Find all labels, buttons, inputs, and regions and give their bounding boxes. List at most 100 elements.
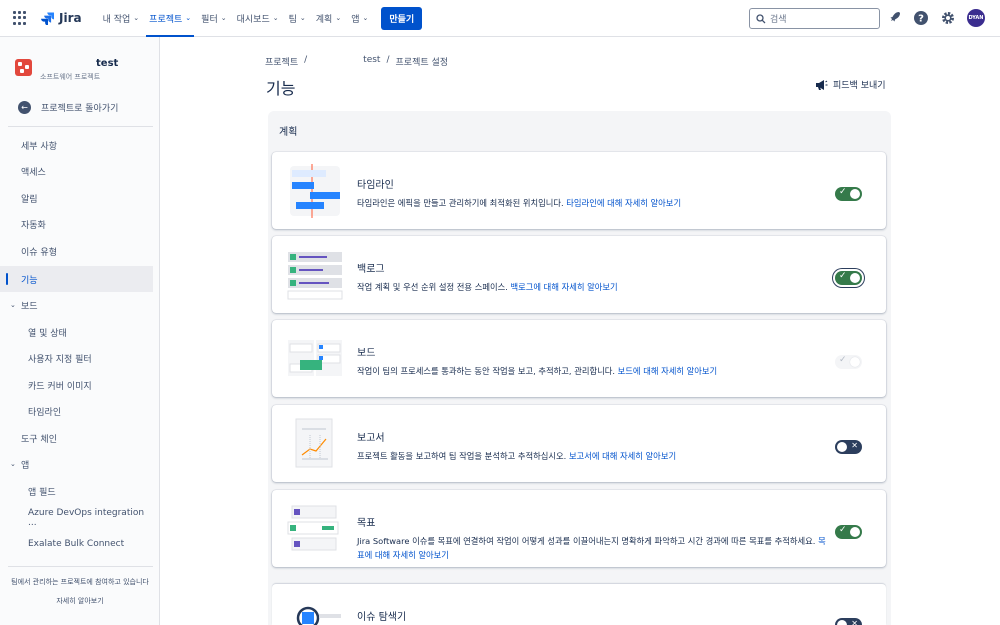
feedback-button[interactable]: 피드백 보내기 [815,78,886,91]
feature-title: 이슈 탐색기 [357,612,407,623]
feature-description-text: 작업 계획 및 우선 순위 설정 전용 스페이스. [357,282,508,292]
sidebar-item-label: 사용자 지정 필터 [28,354,92,365]
sidebar-item-azure-devops[interactable]: Azure DevOps integration ... [0,505,153,531]
sidebar-item-app-fields[interactable]: 앱 필드 [0,478,153,504]
feature-toggle[interactable] [835,440,862,454]
project-avatar [15,59,32,76]
jira-logo[interactable]: Jira [41,11,82,25]
nav-label: 계획 [315,14,333,25]
help-icon[interactable]: ? [913,10,929,26]
breadcrumb-project-settings[interactable]: 프로젝트 설정 [396,55,449,68]
nav-label: 앱 [351,14,360,25]
feature-toggle[interactable] [835,187,862,201]
chevron-down-icon: ⌄ [10,301,16,309]
sidebar-item-label: 앱 필드 [28,487,56,498]
feature-description: 타임라인은 에픽을 만들고 관리하기에 최적화된 위치입니다. 타임라인에 대해… [357,196,827,210]
sidebar-item-label: 앱 [21,460,30,471]
top-navigation: Jira 내 작업 ⌄ 프로젝트 ⌄ 필터 ⌄ 대시보드 ⌄ 팀 ⌄ 계획 ⌄ 앱 ⌄ 만들기… [0,0,1000,37]
feature-toggle[interactable] [835,355,862,369]
feature-toggle[interactable] [835,525,862,539]
toggle-knob [850,527,860,537]
nav-dashboards[interactable]: 대시보드 ⌄ [232,0,284,37]
toggle-knob [850,357,860,367]
search-input[interactable]: 검색 [749,8,880,29]
breadcrumb-projects[interactable]: 프로젝트 [265,55,298,68]
create-button[interactable]: 만들기 [381,6,423,30]
section-title: 계획 [279,127,298,138]
sidebar-item-columns-statuses[interactable]: 열 및 상태 [0,319,153,345]
board-illustration-icon [288,340,342,376]
feature-toggle[interactable] [835,618,862,625]
primary-nav: 내 작업 ⌄ 프로젝트 ⌄ 필터 ⌄ 대시보드 ⌄ 팀 ⌄ 계획 ⌄ 앱 ⌄ 만들기 [98,0,423,37]
back-to-project-link[interactable]: ← 프로젝트로 돌아가기 [18,101,118,114]
nav-projects[interactable]: 프로젝트 ⌄ [144,0,196,37]
breadcrumb: 프로젝트 / test / 프로젝트 설정 [265,55,454,68]
megaphone-icon [816,79,828,90]
chevron-down-icon: ⌄ [335,14,342,22]
feature-description-text: 타임라인은 에픽을 만들고 관리하기에 최적화된 위치입니다. [357,198,564,208]
sidebar-item-timeline[interactable]: 타임라인 [0,398,153,424]
sidebar-item-features[interactable]: 기능 [0,266,153,292]
sidebar-item-access[interactable]: 액세스 [0,158,153,184]
sidebar-group-board[interactable]: ⌄ 보드 [0,292,153,318]
nav-teams[interactable]: 팀 ⌄ [284,0,311,37]
learn-more-link[interactable]: 백로그에 대해 자세히 알아보기 [511,282,618,292]
page-title: 기능 [266,79,296,98]
nav-filters[interactable]: 필터 ⌄ [196,0,231,37]
nav-label: 필터 [201,14,218,25]
chevron-down-icon: ⌄ [10,460,16,468]
sidebar-item-notifications[interactable]: 알림 [0,185,153,211]
user-avatar[interactable]: DYAN [967,9,985,27]
breadcrumb-project[interactable]: test [363,55,380,68]
sidebar-item-details[interactable]: 세부 사항 [0,132,153,158]
breadcrumb-separator: / [386,55,390,65]
notifications-rocket-icon[interactable] [888,10,904,26]
sidebar-item-label: 카드 커버 이미지 [28,381,92,392]
reports-illustration-icon [295,418,333,468]
sidebar-item-label: 타임라인 [28,407,62,418]
team-managed-note: 팀에서 관리하는 프로젝트에 참여하고 있습니다 [11,578,149,586]
app-switcher-icon[interactable] [13,11,27,25]
chevron-down-icon: ⌄ [272,14,279,22]
feature-title: 타임라인 [357,180,394,191]
project-icon [15,59,32,76]
feature-description: 작업 계획 및 우선 순위 설정 전용 스페이스. 백로그에 대해 자세히 알아… [357,280,827,294]
feature-description: 작업이 팀의 프로세스를 통과하는 동안 작업을 보고, 추적하고, 관리합니다… [357,364,827,378]
learn-more-link[interactable]: 타임라인에 대해 자세히 알아보기 [566,198,681,208]
sidebar-item-card-cover-images[interactable]: 카드 커버 이미지 [0,372,153,398]
learn-more-link[interactable]: 자세히 알아보기 [0,596,160,606]
feature-card-backlog: 백로그 작업 계획 및 우선 순위 설정 전용 스페이스. 백로그에 대해 자세… [272,236,886,313]
feature-title: 보드 [357,348,376,359]
learn-more-link[interactable]: 보드에 대해 자세히 알아보기 [618,366,718,376]
svg-text:?: ? [918,14,924,25]
sidebar-item-toolchain[interactable]: 도구 체인 [0,425,153,451]
jira-logo-icon [41,12,54,25]
project-sidebar: test 소프트웨어 프로젝트 ← 프로젝트로 돌아가기 세부 사항 액세스 알… [0,37,160,625]
nav-apps[interactable]: 앱 ⌄ [346,0,373,37]
sidebar-item-automation[interactable]: 자동화 [0,211,153,237]
sidebar-item-exalate[interactable]: Exalate Bulk Connect [0,531,153,557]
sidebar-item-label: 알림 [21,194,38,205]
chevron-down-icon: ⌄ [220,14,227,22]
sidebar-group-apps[interactable]: ⌄ 앱 [0,451,153,477]
chevron-down-icon: ⌄ [185,14,192,22]
sidebar-item-label: Azure DevOps integration ... [28,508,145,528]
feature-description-text: 프로젝트 활동을 보고하여 팀 작업을 분석하고 추적하십시오. [357,451,567,461]
feature-card-board: 보드 작업이 팀의 프로세스를 통과하는 동안 작업을 보고, 추적하고, 관리… [272,320,886,397]
chevron-down-icon: ⌄ [299,14,306,22]
project-type: 소프트웨어 프로젝트 [40,73,101,81]
feature-title: 보고서 [357,433,385,444]
nav-my-work[interactable]: 내 작업 ⌄ [98,0,145,37]
sidebar-item-label: 열 및 상태 [28,328,67,339]
feature-toggle[interactable] [835,271,862,285]
goals-illustration-icon [287,505,339,551]
sidebar-item-label: Exalate Bulk Connect [28,539,125,549]
sidebar-item-custom-filters[interactable]: 사용자 지정 필터 [0,345,153,371]
search-icon [756,13,766,23]
sidebar-item-issue-types[interactable]: 이슈 유형 [0,238,153,264]
chevron-down-icon: ⌄ [133,14,140,22]
learn-more-link[interactable]: 보고서에 대해 자세히 알아보기 [569,451,676,461]
nav-plans[interactable]: 계획 ⌄ [311,0,346,37]
settings-gear-icon[interactable] [940,10,956,26]
toggle-knob [850,273,860,283]
